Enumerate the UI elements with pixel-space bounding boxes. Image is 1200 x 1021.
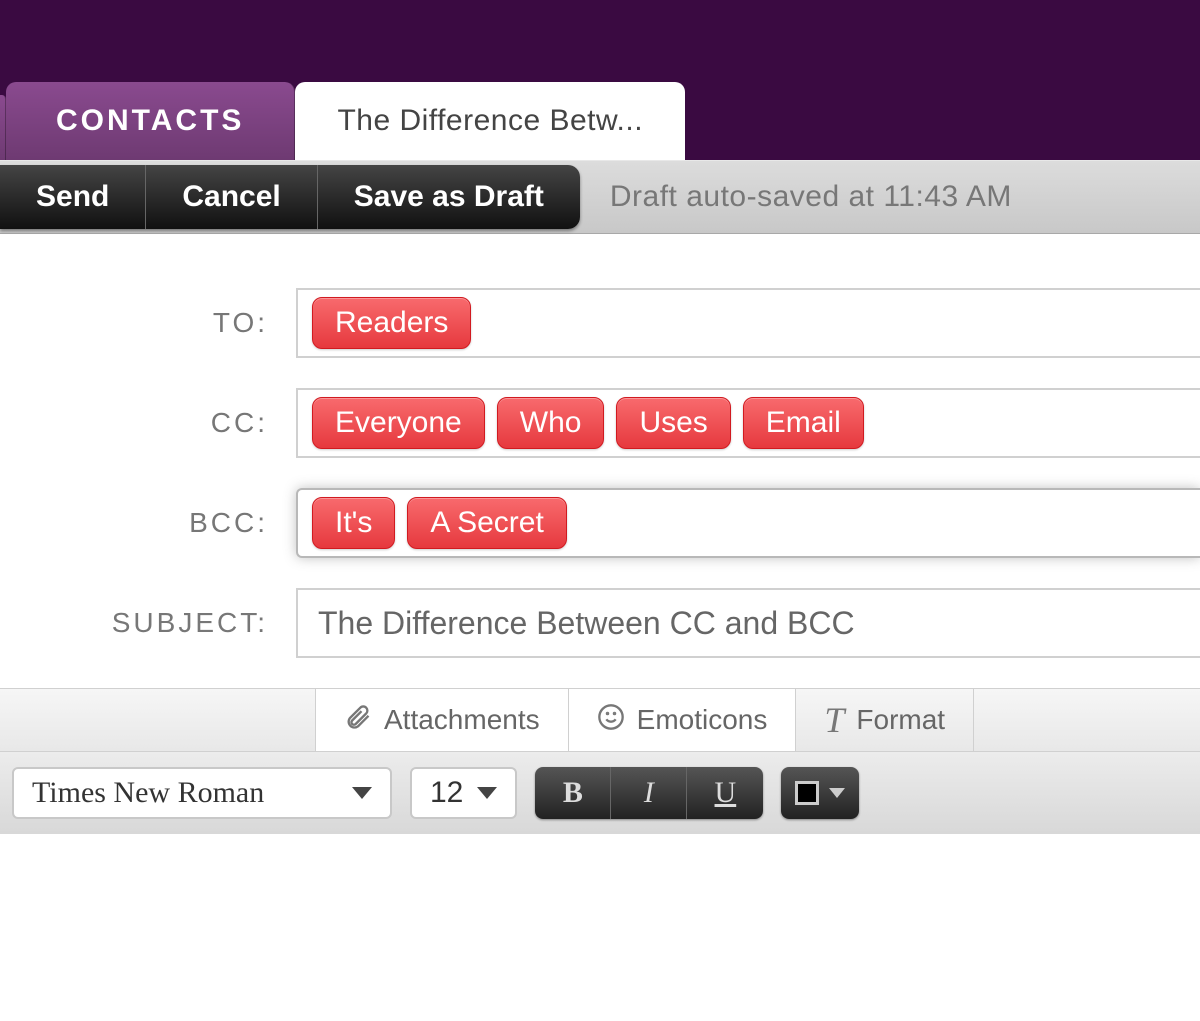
action-button-group: Send Cancel Save as Draft xyxy=(0,165,580,229)
color-swatch-icon xyxy=(795,781,819,805)
bold-button[interactable]: B xyxy=(535,767,611,819)
sub-toolbar-spacer xyxy=(0,689,316,751)
send-button[interactable]: Send xyxy=(0,165,146,229)
subject-row: SUBJECT: xyxy=(0,588,1200,658)
paperclip-icon xyxy=(344,703,372,738)
chevron-down-icon xyxy=(352,787,372,799)
bcc-row: BCC: It'sA Secret xyxy=(0,488,1200,558)
format-label: Format xyxy=(856,704,945,736)
recipient-chip[interactable]: Email xyxy=(743,397,864,449)
app-header xyxy=(0,0,1200,80)
subject-label: SUBJECT: xyxy=(0,607,296,639)
cancel-button[interactable]: Cancel xyxy=(146,165,317,229)
save-draft-button[interactable]: Save as Draft xyxy=(318,165,580,229)
cc-row: CC: EveryoneWhoUsesEmail xyxy=(0,388,1200,458)
to-input[interactable]: Readers xyxy=(296,288,1200,358)
recipient-chip[interactable]: A Secret xyxy=(407,497,566,549)
to-label: TO: xyxy=(0,307,296,339)
font-family-dropdown[interactable]: Times New Roman xyxy=(12,767,392,819)
tab-contacts[interactable]: CONTACTS xyxy=(6,82,295,160)
chevron-down-icon xyxy=(477,787,497,799)
autosave-status: Draft auto-saved at 11:43 AM xyxy=(610,180,1012,214)
attachments-label: Attachments xyxy=(384,704,540,736)
bcc-label: BCC: xyxy=(0,507,296,539)
text-style-group: B I U xyxy=(535,767,763,819)
subject-input[interactable] xyxy=(296,588,1200,658)
tab-compose[interactable]: The Difference Betw... xyxy=(295,82,685,160)
font-size-value: 12 xyxy=(430,776,463,810)
recipient-chip[interactable]: Everyone xyxy=(312,397,485,449)
recipient-chip[interactable]: It's xyxy=(312,497,395,549)
chevron-down-icon xyxy=(829,788,845,798)
attachments-tab[interactable]: Attachments xyxy=(316,689,569,751)
emoticons-label: Emoticons xyxy=(637,704,768,736)
underline-button[interactable]: U xyxy=(687,767,763,819)
italic-button[interactable]: I xyxy=(611,767,687,819)
recipient-chip[interactable]: Who xyxy=(497,397,605,449)
to-row: TO: Readers xyxy=(0,288,1200,358)
text-color-button[interactable] xyxy=(781,767,859,819)
format-tab[interactable]: T Format xyxy=(796,689,974,751)
tab-bar: CONTACTS The Difference Betw... xyxy=(0,80,1200,160)
cc-input[interactable]: EveryoneWhoUsesEmail xyxy=(296,388,1200,458)
format-icon: T xyxy=(824,699,844,741)
smile-icon xyxy=(597,703,625,738)
bcc-input[interactable]: It'sA Secret xyxy=(296,488,1200,558)
recipient-chip[interactable]: Readers xyxy=(312,297,471,349)
recipient-chip[interactable]: Uses xyxy=(616,397,730,449)
cc-label: CC: xyxy=(0,407,296,439)
emoticons-tab[interactable]: Emoticons xyxy=(569,689,797,751)
compose-form: TO: Readers CC: EveryoneWhoUsesEmail BCC… xyxy=(0,234,1200,834)
format-toolbar: Times New Roman 12 B I U xyxy=(0,752,1200,834)
font-size-dropdown[interactable]: 12 xyxy=(410,767,517,819)
sub-toolbar: Attachments Emoticons T Format xyxy=(0,688,1200,752)
font-family-value: Times New Roman xyxy=(32,776,264,810)
action-bar: Send Cancel Save as Draft Draft auto-sav… xyxy=(0,160,1200,234)
